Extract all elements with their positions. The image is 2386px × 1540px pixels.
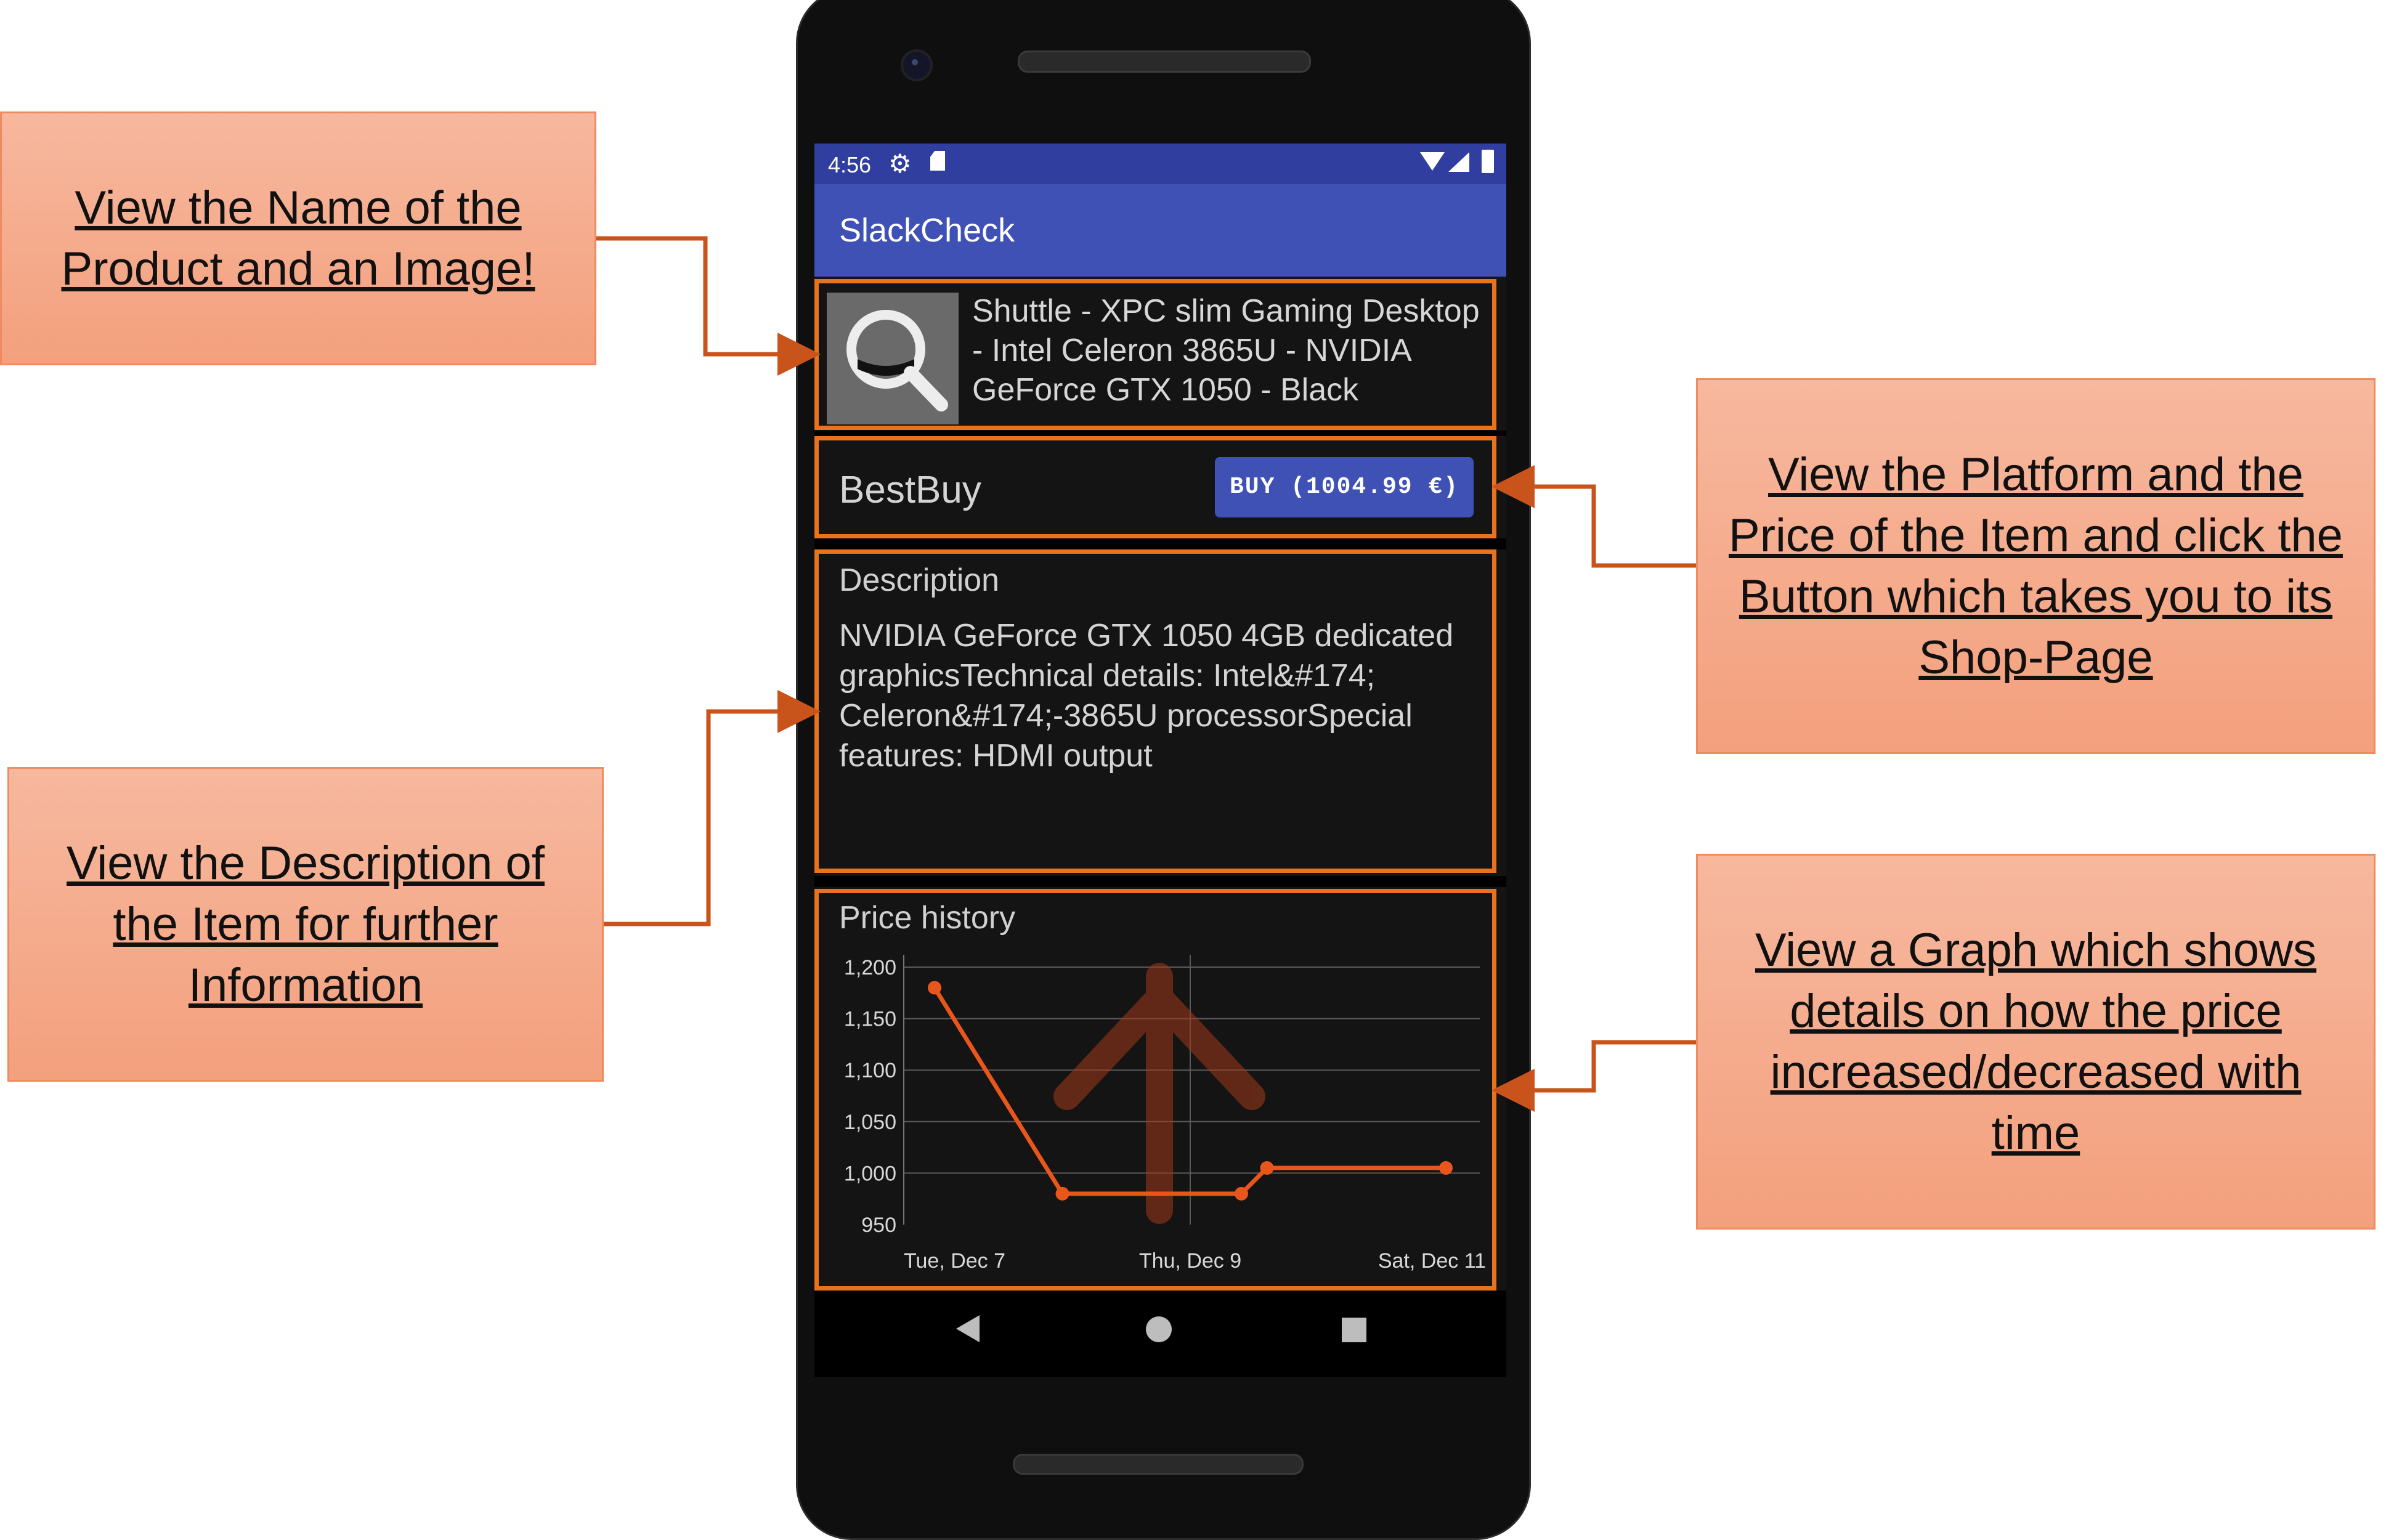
cell-signal-icon <box>1448 152 1469 172</box>
recent-apps-icon[interactable] <box>1342 1318 1366 1342</box>
home-icon[interactable] <box>1146 1316 1172 1342</box>
callout-text: View the Platform and the Price of the I… <box>1729 448 2343 684</box>
earpiece-speaker <box>1018 51 1311 73</box>
connector-product <box>596 236 821 376</box>
sd-card-icon <box>930 151 945 171</box>
battery-icon <box>1482 150 1494 173</box>
settings-gear-icon: ⚙ <box>888 149 912 178</box>
front-camera <box>901 49 933 81</box>
callout-platform-price: View the Platform and the Price of the I… <box>1696 378 2376 754</box>
bottom-speaker <box>1013 1454 1304 1475</box>
app-title: SlackCheck <box>839 212 1015 249</box>
price-history-highlight-box <box>814 889 1496 1291</box>
callout-text: View the Description of the Item for fur… <box>67 837 545 1011</box>
description-highlight-box <box>814 549 1496 873</box>
product-highlight-box <box>814 279 1496 430</box>
callout-text: View a Graph which shows details on how … <box>1755 924 2317 1159</box>
connector-description <box>604 690 821 926</box>
callout-product-name: View the Name of the Product and an Imag… <box>0 111 596 365</box>
status-time: 4:56 <box>828 152 872 177</box>
callout-description: View the Description of the Item for fur… <box>7 767 604 1082</box>
callout-price-graph: View a Graph which shows details on how … <box>1696 854 2376 1230</box>
status-bar: 4:56 ⚙ <box>814 144 1506 184</box>
navigation-bar <box>814 1291 1506 1377</box>
wifi-icon <box>1420 152 1445 171</box>
back-icon[interactable] <box>956 1315 980 1342</box>
shop-highlight-box <box>814 436 1496 538</box>
callout-text: View the Name of the Product and an Imag… <box>61 182 535 295</box>
app-bar: SlackCheck <box>814 184 1506 277</box>
